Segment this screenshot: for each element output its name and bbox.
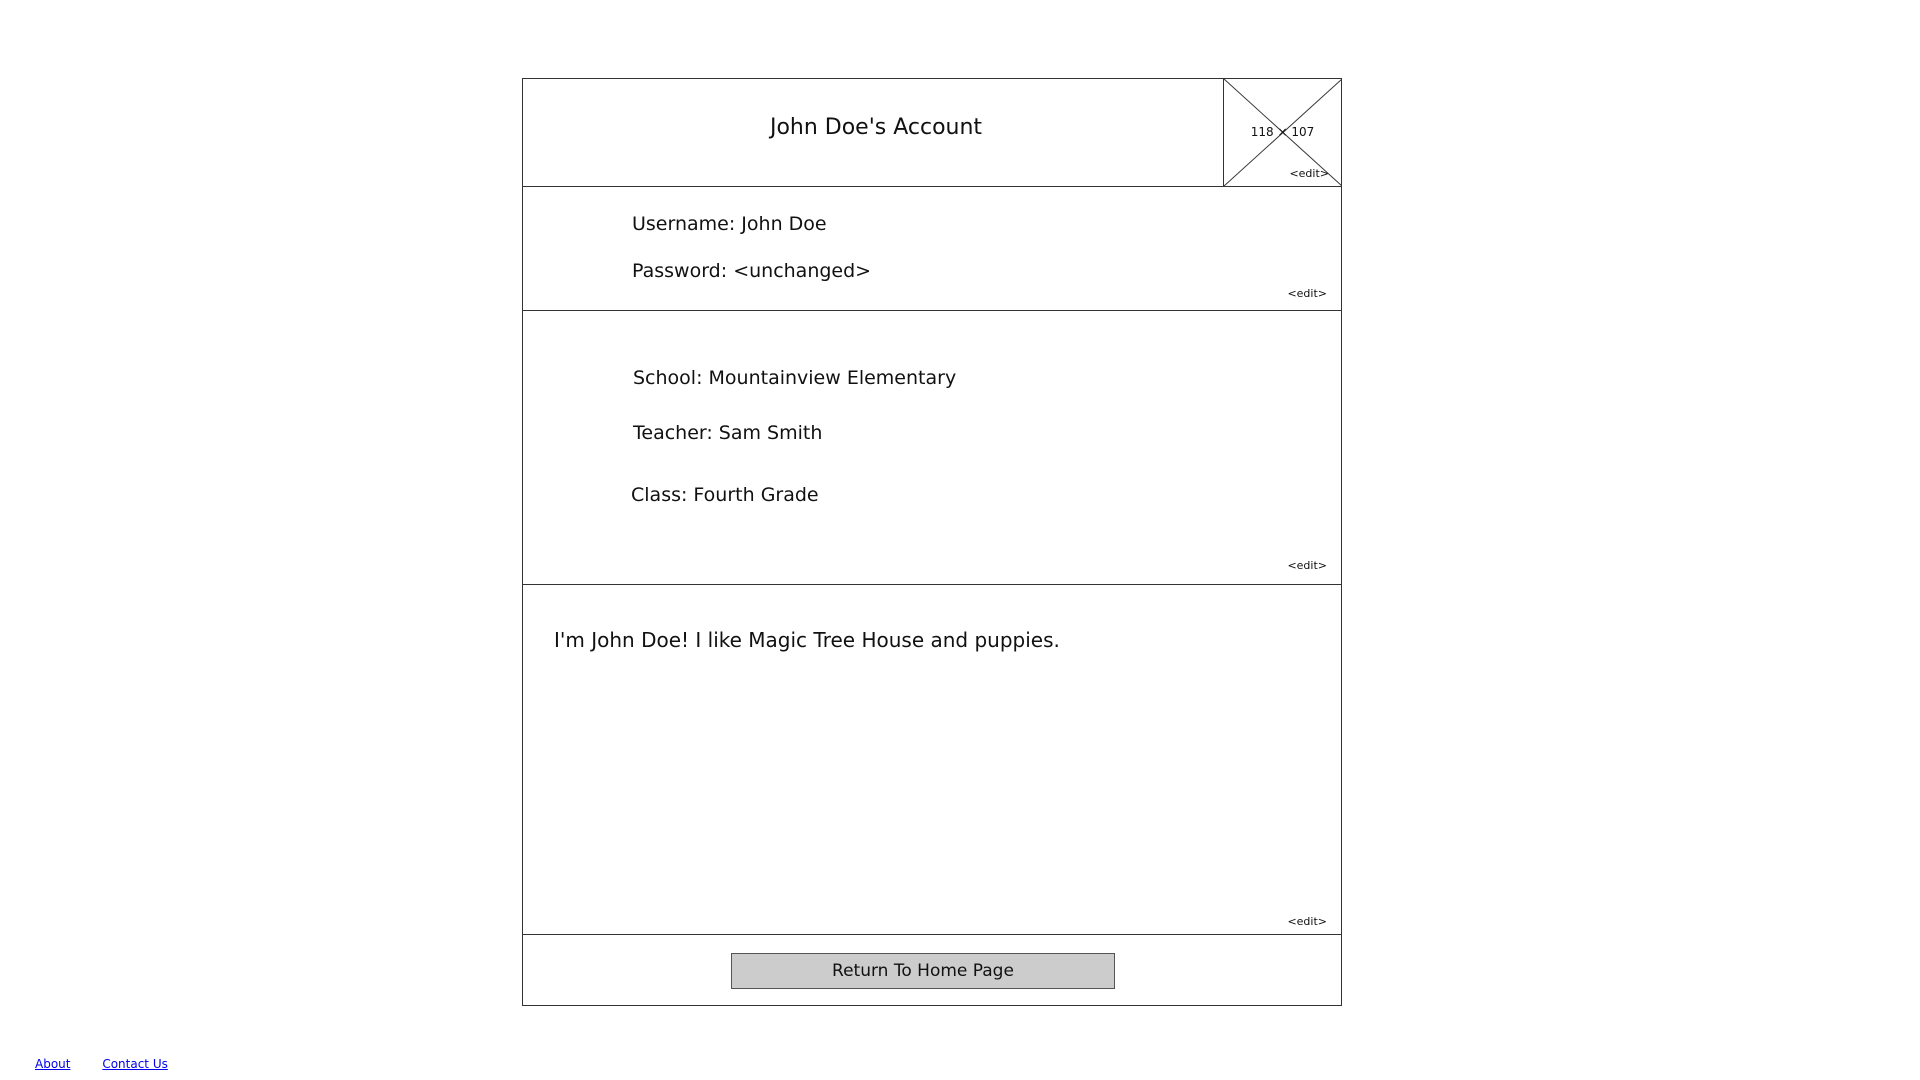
password-label: Password: <unchanged> bbox=[632, 260, 872, 282]
page-title: John Doe's Account bbox=[769, 115, 983, 140]
credentials-section: Username: John Doe Password: <unchanged>… bbox=[523, 187, 1341, 311]
username-label: Username: John Doe bbox=[632, 213, 827, 235]
about-link[interactable]: About bbox=[35, 1057, 70, 1071]
class-label: Class: Fourth Grade bbox=[631, 484, 819, 506]
contact-us-link[interactable]: Contact Us bbox=[102, 1057, 168, 1071]
teacher-label: Teacher: Sam Smith bbox=[633, 422, 823, 444]
avatar-placeholder: 118 × 107 <edit> bbox=[1223, 79, 1342, 186]
actions-section: Return To Home Page bbox=[523, 935, 1341, 1005]
school-edit-link[interactable]: <edit> bbox=[1287, 559, 1327, 572]
footer-links: About Contact Us bbox=[35, 1057, 196, 1071]
bio-text: I'm John Doe! I like Magic Tree House an… bbox=[554, 628, 1060, 652]
avatar-dimensions: 118 × 107 bbox=[1250, 125, 1315, 139]
bio-edit-link[interactable]: <edit> bbox=[1287, 915, 1327, 928]
school-section: School: Mountainview Elementary Teacher:… bbox=[523, 311, 1341, 585]
credentials-edit-link[interactable]: <edit> bbox=[1287, 287, 1327, 300]
avatar-edit-link[interactable]: <edit> bbox=[1289, 167, 1329, 180]
school-label: School: Mountainview Elementary bbox=[633, 367, 957, 389]
bio-section: I'm John Doe! I like Magic Tree House an… bbox=[523, 585, 1341, 935]
account-header: John Doe's Account 118 × 107 <edit> bbox=[523, 79, 1342, 187]
account-panel: John Doe's Account 118 × 107 <edit> User… bbox=[522, 78, 1342, 1006]
return-home-button[interactable]: Return To Home Page bbox=[731, 953, 1115, 989]
